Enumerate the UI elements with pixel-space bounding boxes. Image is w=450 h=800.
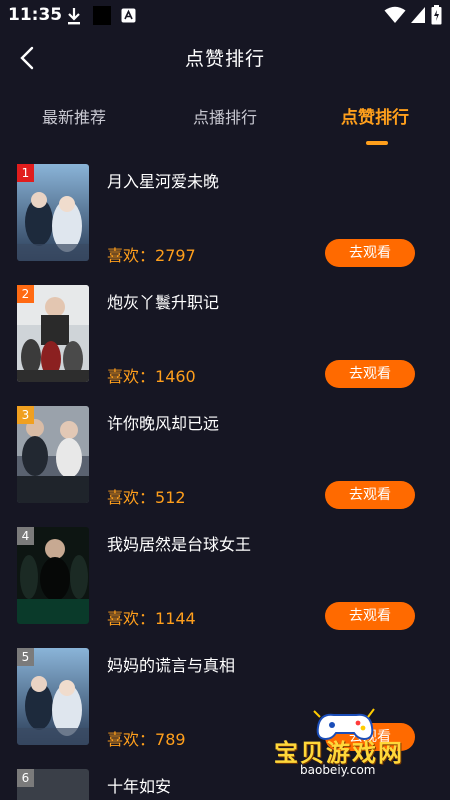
site-watermark: 宝贝游戏网 baobeiy.com xyxy=(270,705,450,785)
like-value: 2797 xyxy=(155,246,196,265)
wifi-icon xyxy=(384,6,406,28)
watch-button[interactable]: 去观看 xyxy=(325,602,415,630)
watermark-url: baobeiy.com xyxy=(300,763,376,777)
page-title: 点赞排行 xyxy=(184,48,265,70)
signal-icon xyxy=(410,6,426,28)
drama-title[interactable]: 我妈居然是台球女王 xyxy=(107,531,251,555)
like-value: 789 xyxy=(155,730,186,749)
like-value: 512 xyxy=(155,488,186,507)
tab-like-ranking[interactable]: 点赞排行 xyxy=(341,103,409,128)
like-label: 喜欢： xyxy=(107,609,156,628)
like-count: 喜欢：512 xyxy=(107,484,186,508)
tab-bar: 最新推荐 点播排行 点赞排行 xyxy=(0,100,450,150)
active-tab-indicator xyxy=(366,141,388,145)
download-icon xyxy=(66,6,82,30)
battery-icon xyxy=(431,5,442,29)
watch-button[interactable]: 去观看 xyxy=(325,360,415,388)
like-count: 喜欢：789 xyxy=(107,726,186,750)
rank-badge: 2 xyxy=(17,285,34,303)
rank-badge: 3 xyxy=(17,406,34,424)
drama-title[interactable]: 妈妈的谎言与真相 xyxy=(107,652,235,676)
like-label: 喜欢： xyxy=(107,367,156,386)
drama-title[interactable]: 月入星河爱未晚 xyxy=(107,168,219,192)
list-item[interactable]: 4 我妈居然是台球女王 喜欢：1144 去观看 xyxy=(0,523,450,633)
rank-badge: 1 xyxy=(17,164,34,182)
like-value: 1460 xyxy=(155,367,196,386)
tab-play-ranking[interactable]: 点播排行 xyxy=(193,104,257,128)
rank-badge: 5 xyxy=(17,648,34,666)
drama-title[interactable]: 十年如安 xyxy=(107,773,171,797)
list-item[interactable]: 2 炮灰丫鬟升职记 喜欢：1460 去观看 xyxy=(0,281,450,391)
like-label: 喜欢： xyxy=(107,730,156,749)
like-count: 喜欢：1144 xyxy=(107,605,196,629)
list-item[interactable]: 3 许你晚风却已远 喜欢：512 去观看 xyxy=(0,402,450,512)
like-label: 喜欢： xyxy=(107,246,156,265)
header: 点赞排行 xyxy=(0,36,450,82)
rank-badge: 6 xyxy=(17,769,34,787)
rank-badge: 4 xyxy=(17,527,34,545)
list-item[interactable]: 1 月入星河爱未晚 喜欢：2797 去观看 xyxy=(0,160,450,270)
like-value: 1144 xyxy=(155,609,196,628)
tab-latest-recommend[interactable]: 最新推荐 xyxy=(42,104,106,128)
like-count: 喜欢：2797 xyxy=(107,242,196,266)
app-notification-icon xyxy=(121,8,136,27)
like-count: 喜欢：1460 xyxy=(107,363,196,387)
like-label: 喜欢： xyxy=(107,488,156,507)
watch-button[interactable]: 去观看 xyxy=(325,481,415,509)
drama-title[interactable]: 许你晚风却已远 xyxy=(107,410,219,434)
status-bar: 11:35 xyxy=(0,0,450,32)
watch-button[interactable]: 去观看 xyxy=(325,239,415,267)
drama-title[interactable]: 炮灰丫鬟升职记 xyxy=(107,289,219,313)
status-time: 11:35 xyxy=(8,5,63,25)
notification-square-icon xyxy=(93,6,111,29)
